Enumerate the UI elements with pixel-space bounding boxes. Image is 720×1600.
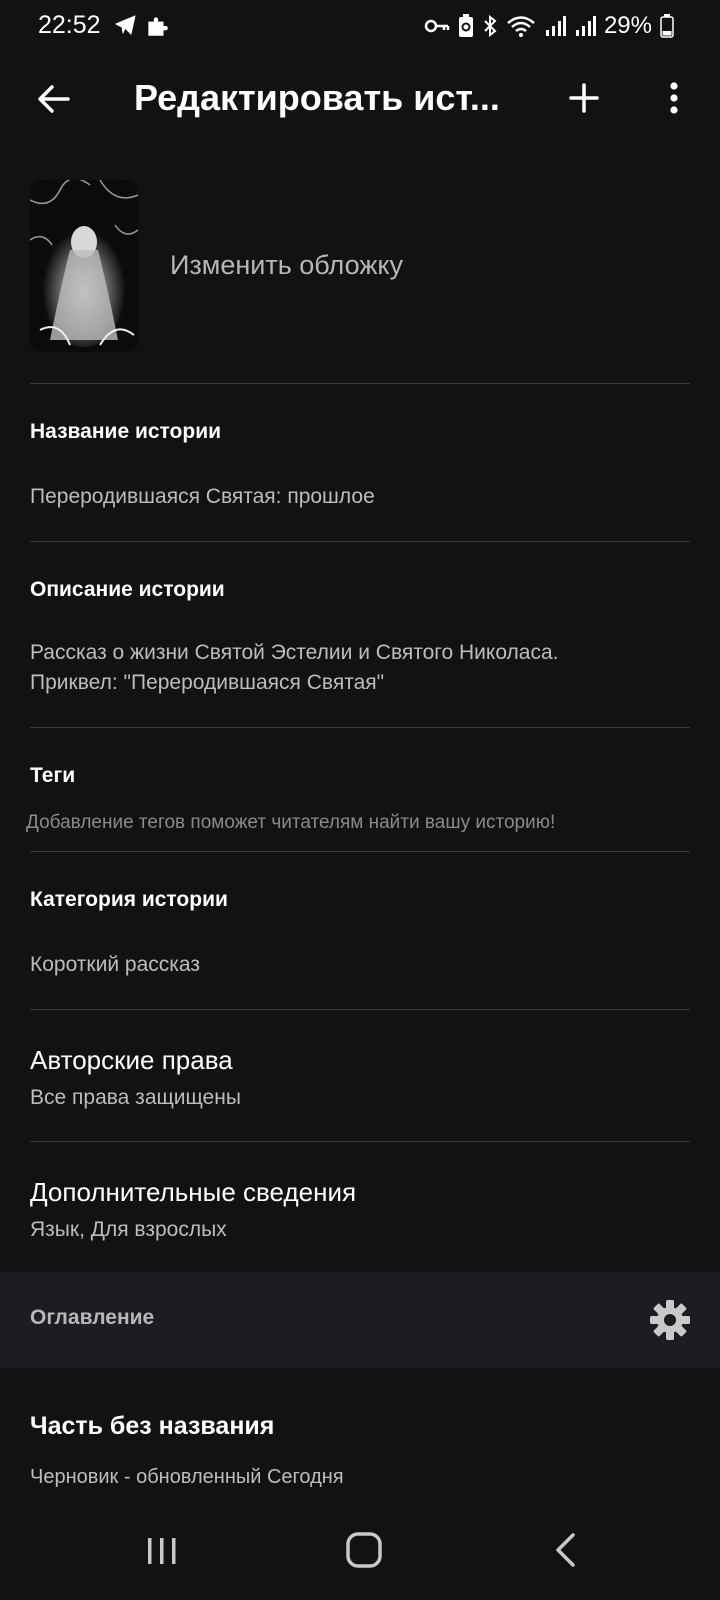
story-name-label: Название истории bbox=[30, 420, 222, 443]
copyright-value: Все права защищены bbox=[30, 1086, 241, 1109]
recents-button[interactable] bbox=[144, 1532, 180, 1568]
copyright-label: Авторские права bbox=[30, 1045, 233, 1075]
add-part-button[interactable] bbox=[560, 74, 608, 122]
app-bar: Редактировать ист... bbox=[0, 54, 720, 144]
toc-label: Оглавление bbox=[30, 1306, 155, 1329]
battery-percent: 29% bbox=[603, 12, 652, 39]
tags-hint[interactable]: Добавление тегов поможет читателям найти… bbox=[26, 812, 706, 834]
part-title[interactable]: Часть без названия bbox=[30, 1412, 274, 1441]
divider bbox=[30, 541, 690, 542]
puzzle-icon bbox=[148, 17, 168, 36]
wifi-icon bbox=[507, 16, 535, 37]
status-left-icons bbox=[114, 13, 170, 39]
signal-icon bbox=[575, 16, 596, 36]
battery-saver-icon bbox=[458, 14, 473, 37]
bluetooth-icon bbox=[484, 14, 497, 38]
story-description-label: Описание истории bbox=[30, 578, 225, 601]
cover-image[interactable] bbox=[30, 180, 138, 352]
arrow-left-icon bbox=[38, 85, 70, 113]
battery-icon bbox=[660, 14, 674, 38]
back-button[interactable] bbox=[30, 76, 76, 122]
status-time: 22:52 bbox=[38, 11, 101, 39]
home-button[interactable] bbox=[344, 1530, 384, 1570]
more-vertical-icon bbox=[670, 82, 678, 114]
system-nav-bar bbox=[0, 1510, 720, 1600]
page-title: Редактировать ист... bbox=[134, 77, 500, 118]
change-cover-link[interactable]: Изменить обложку bbox=[170, 250, 403, 281]
telegram-icon bbox=[115, 15, 136, 35]
gear-icon bbox=[650, 1300, 690, 1340]
divider bbox=[30, 851, 690, 852]
signal-icon bbox=[545, 16, 566, 36]
additional-info-label: Дополнительные сведения bbox=[30, 1177, 357, 1207]
toc-settings-button[interactable] bbox=[648, 1298, 692, 1342]
key-icon bbox=[424, 19, 450, 33]
status-right-icons: 29% bbox=[424, 12, 674, 40]
status-bar: 22:52 29% bbox=[0, 0, 720, 54]
story-description-line-1[interactable]: Рассказ о жизни Святой Эстелии и Святого… bbox=[30, 638, 690, 667]
tags-label: Теги bbox=[30, 764, 76, 787]
plus-icon bbox=[569, 83, 599, 113]
recents-icon bbox=[148, 1538, 176, 1564]
additional-info-value: Язык, Для взрослых bbox=[30, 1218, 227, 1241]
story-description-line-2[interactable]: Приквел: "Переродившаяся Святая" bbox=[30, 668, 690, 697]
toc-header: Оглавление bbox=[0, 1272, 720, 1368]
category-label: Категория истории bbox=[30, 888, 228, 911]
category-value[interactable]: Короткий рассказ bbox=[30, 950, 690, 979]
divider bbox=[30, 727, 690, 728]
cover-row[interactable]: Изменить обложку bbox=[30, 180, 690, 352]
edit-story-screen: 22:52 29% Редактировать ист... Изменить … bbox=[0, 0, 720, 1600]
part-status: Черновик - обновленный Сегодня bbox=[30, 1466, 344, 1488]
system-back-button[interactable] bbox=[552, 1530, 578, 1570]
story-name-value[interactable]: Переродившаяся Святая: прошлое bbox=[30, 482, 690, 511]
back-icon bbox=[556, 1533, 575, 1567]
divider bbox=[30, 383, 690, 384]
divider bbox=[30, 1009, 690, 1010]
more-options-button[interactable] bbox=[650, 74, 698, 122]
home-icon bbox=[346, 1532, 382, 1568]
divider bbox=[30, 1141, 690, 1142]
